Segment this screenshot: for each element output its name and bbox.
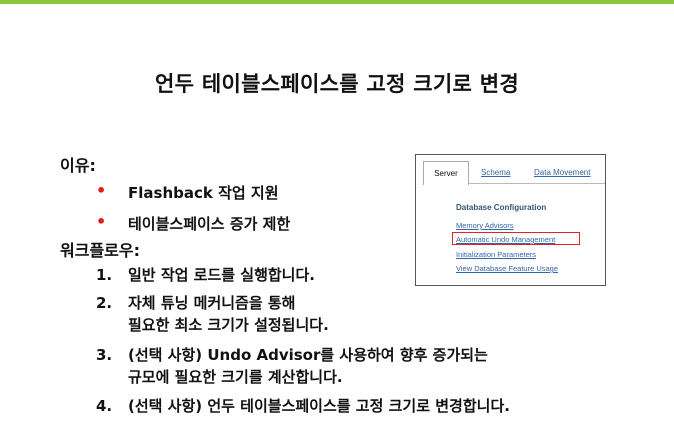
- step-text: 일반 작업 로드를 실행합니다.: [128, 266, 315, 284]
- slide-title: 언두 테이블스페이스를 고정 크기로 변경: [155, 72, 519, 96]
- tab-data-movement[interactable]: Data Movement: [534, 163, 590, 183]
- step-text-continued: 필요한 최소 크기가 설정됩니다.: [128, 316, 329, 334]
- workflow-heading: 워크플로우:: [60, 241, 140, 260]
- step-text: (선택 사항) Undo Advisor를 사용하여 향후 증가되는: [128, 346, 488, 364]
- workflow-step: 1. 일반 작업 로드를 실행합니다.: [96, 264, 315, 286]
- step-text-continued: 규모에 필요한 크기를 계산합니다.: [128, 368, 343, 386]
- step-text: (선택 사항) 언두 테이블스페이스를 고정 크기로 변경합니다.: [128, 397, 510, 415]
- tab-bar: Server Schema Data Movement: [416, 155, 605, 189]
- tab-divider: [468, 183, 605, 184]
- automatic-undo-management-link[interactable]: Automatic Undo Management: [456, 235, 555, 244]
- em-screenshot: Server Schema Data Movement Database Con…: [415, 154, 606, 286]
- tab-server[interactable]: Server: [423, 161, 469, 185]
- reason-item: • 테이블스페이스 증가 제한: [96, 212, 291, 234]
- initialization-parameters-link[interactable]: Initialization Parameters: [456, 250, 536, 259]
- view-database-feature-usage-link[interactable]: View Database Feature Usage: [456, 264, 558, 273]
- step-number: 2.: [96, 294, 113, 312]
- memory-advisors-link[interactable]: Memory Advisors: [456, 221, 514, 230]
- step-text: 자체 튜닝 메커니즘을 통해: [128, 294, 296, 312]
- workflow-step: 2. 자체 튜닝 메커니즘을 통해 필요한 최소 크기가 설정됩니다.: [96, 292, 329, 336]
- workflow-step: 4. (선택 사항) 언두 테이블스페이스를 고정 크기로 변경합니다.: [96, 395, 510, 417]
- bullet-icon: •: [96, 181, 107, 200]
- reason-text: 테이블스페이스 증가 제한: [128, 215, 291, 233]
- step-number: 3.: [96, 346, 113, 364]
- bullet-icon: •: [96, 212, 107, 231]
- tab-schema[interactable]: Schema: [481, 163, 510, 183]
- reason-item: • Flashback 작업 지원: [96, 181, 279, 203]
- top-accent-bar: [0, 0, 674, 4]
- step-number: 4.: [96, 397, 113, 415]
- workflow-step: 3. (선택 사항) Undo Advisor를 사용하여 향후 증가되는 규모…: [96, 344, 488, 388]
- reason-heading: 이유:: [60, 156, 96, 175]
- database-configuration-heading: Database Configuration: [456, 203, 547, 212]
- step-number: 1.: [96, 266, 113, 284]
- reason-text: Flashback 작업 지원: [128, 184, 279, 202]
